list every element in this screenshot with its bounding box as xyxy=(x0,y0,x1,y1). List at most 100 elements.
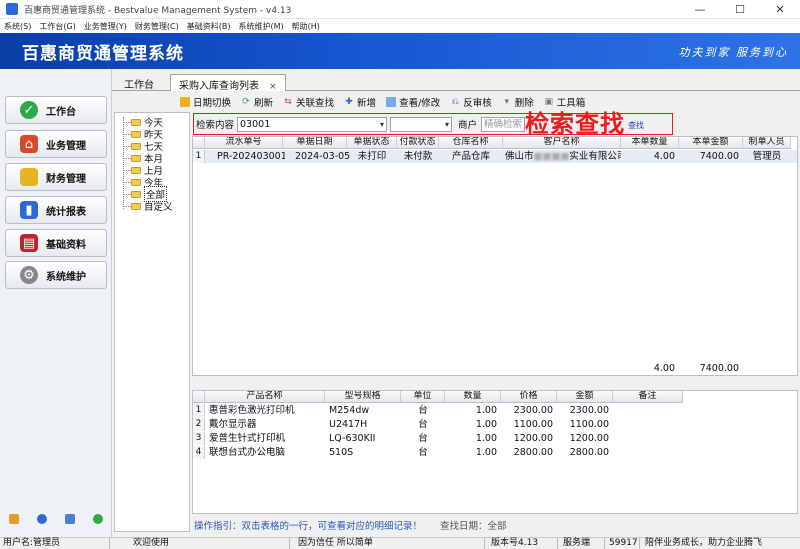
column-header[interactable]: 仓库名称 xyxy=(439,137,503,149)
column-header[interactable]: 制单人员 xyxy=(743,137,791,149)
clock-icon[interactable] xyxy=(37,514,47,524)
row-number: 4 xyxy=(193,446,205,459)
menu-bar: 系统(S) 工作台(G) 业务管理(Y) 财务管理(C) 基础资料(B) 系统维… xyxy=(0,19,800,33)
nav-reports[interactable]: ▮ 统计报表 xyxy=(5,196,107,224)
status-welcome: 欢迎使用 xyxy=(130,538,290,549)
menu-help[interactable]: 帮助(H) xyxy=(288,21,324,32)
edit-icon xyxy=(386,97,397,107)
row-number: 2 xyxy=(193,418,205,431)
product-quantity[interactable]: 1.00 xyxy=(445,432,499,445)
column-header[interactable]: 型号规格 xyxy=(325,391,401,403)
column-header[interactable]: 本单数量 xyxy=(621,137,679,149)
column-header[interactable]: 流水单号 xyxy=(205,137,283,149)
tab-workbench[interactable]: 工作台 xyxy=(116,74,162,91)
view-edit-button[interactable]: 查看/修改 xyxy=(386,95,440,109)
order-maker[interactable]: 管理员 xyxy=(743,150,791,163)
chart-icon: ▮ xyxy=(20,201,38,219)
tab-close-icon[interactable]: × xyxy=(269,82,277,92)
product-price[interactable]: 2300.00 xyxy=(501,404,555,417)
product-name[interactable]: 惠普彩色激光打印机 xyxy=(207,404,325,417)
order-status[interactable]: 未打印 xyxy=(347,150,397,163)
total-amount: 7400.00 xyxy=(699,363,739,374)
product-name[interactable]: 戴尔显示器 xyxy=(207,418,325,431)
order-date[interactable]: 2024-03-05 xyxy=(293,150,351,163)
product-quantity[interactable]: 1.00 xyxy=(445,404,499,417)
product-model[interactable]: U2417H xyxy=(327,418,401,431)
left-nav-panel: ✓ 工作台 ⌂ 业务管理 财务管理 ▮ 统计报表 ▤ 基础资料 ⚙ 系统维护 xyxy=(0,69,112,537)
nav-maintenance[interactable]: ⚙ 系统维护 xyxy=(5,261,107,289)
column-header[interactable]: 客户名称 xyxy=(503,137,621,149)
product-amount[interactable]: 2800.00 xyxy=(557,446,611,459)
row-number-header xyxy=(193,137,205,149)
column-header[interactable]: 产品名称 xyxy=(205,391,325,403)
related-find-button[interactable]: ⇆ 关联查找 xyxy=(283,95,334,109)
close-button[interactable]: ✕ xyxy=(760,0,800,19)
column-header[interactable]: 付款状态 xyxy=(397,137,439,149)
app-banner: 百惠商贸通管理系统 功夫到家 服务到心 xyxy=(0,33,800,69)
order-serial[interactable]: PR-202403001 xyxy=(215,150,285,163)
column-header[interactable]: 本单金额 xyxy=(679,137,743,149)
date-switch-button[interactable]: 日期切换 xyxy=(180,95,231,109)
nav-workbench[interactable]: ✓ 工作台 xyxy=(5,96,107,124)
column-header[interactable]: 单据状态 xyxy=(347,137,397,149)
product-unit[interactable]: 台 xyxy=(401,432,445,445)
undo-icon: ⎌ xyxy=(451,97,459,107)
customer-name[interactable]: 佛山市■■■■实业有限公司 xyxy=(503,150,621,163)
product-price[interactable]: 1100.00 xyxy=(501,418,555,431)
lock-icon[interactable] xyxy=(9,514,19,524)
refresh-button[interactable]: ⟳ 刷新 xyxy=(241,95,273,109)
house-icon: ⌂ xyxy=(20,135,38,153)
banner-title: 百惠商贸通管理系统 xyxy=(22,44,184,64)
minimize-button[interactable]: — xyxy=(680,0,720,19)
find-date: 查找日期：全部 xyxy=(440,521,507,532)
nav-business[interactable]: ⌂ 业务管理 xyxy=(5,130,107,158)
nav-label: 统计报表 xyxy=(46,206,86,218)
product-model[interactable]: 510S xyxy=(327,446,401,459)
product-name[interactable]: 联想台式办公电脑 xyxy=(207,446,325,459)
product-price[interactable]: 1200.00 xyxy=(501,432,555,445)
menu-workbench[interactable]: 工作台(G) xyxy=(35,21,79,32)
order-quantity[interactable]: 4.00 xyxy=(621,150,677,163)
add-button[interactable]: ✚ 新增 xyxy=(344,95,376,109)
column-header[interactable]: 单位 xyxy=(401,391,445,403)
product-price[interactable]: 2800.00 xyxy=(501,446,555,459)
product-quantity[interactable]: 1.00 xyxy=(445,446,499,459)
row-number-header xyxy=(193,391,205,403)
menu-system[interactable]: 系统(S) xyxy=(0,21,35,32)
nav-basic-data[interactable]: ▤ 基础资料 xyxy=(5,229,107,257)
menu-business[interactable]: 业务管理(Y) xyxy=(80,21,131,32)
nav-label: 业务管理 xyxy=(46,140,86,152)
column-header[interactable]: 备注 xyxy=(613,391,683,403)
column-header[interactable]: 单据日期 xyxy=(283,137,347,149)
product-unit[interactable]: 台 xyxy=(401,446,445,459)
link-icon: ⇆ xyxy=(284,97,292,107)
order-amount[interactable]: 7400.00 xyxy=(679,150,741,163)
column-header[interactable]: 数量 xyxy=(445,391,501,403)
menu-maintenance[interactable]: 系统维护(M) xyxy=(234,21,287,32)
unapprove-button[interactable]: ⎌ 反审核 xyxy=(450,95,492,109)
product-amount[interactable]: 1200.00 xyxy=(557,432,611,445)
quick-icons xyxy=(0,512,112,526)
row-number: 1 xyxy=(193,150,205,163)
product-model[interactable]: LQ-630KII xyxy=(327,432,401,445)
search-icon[interactable] xyxy=(65,514,75,524)
product-model[interactable]: M254dw xyxy=(327,404,401,417)
column-header[interactable]: 金额 xyxy=(557,391,613,403)
menu-basic-data[interactable]: 基础资料(B) xyxy=(183,21,235,32)
product-amount[interactable]: 2300.00 xyxy=(557,404,611,417)
power-icon[interactable] xyxy=(93,514,103,524)
column-header[interactable]: 价格 xyxy=(501,391,557,403)
tab-strip: 工作台 采购入库查询列表 × xyxy=(112,72,800,92)
payment-status[interactable]: 未付款 xyxy=(397,150,439,163)
warehouse-name[interactable]: 产品仓库 xyxy=(439,150,503,163)
tree-item-custom[interactable]: 自定义 xyxy=(115,200,173,213)
tab-purchase-inbound-list[interactable]: 采购入库查询列表 × xyxy=(170,74,286,92)
product-amount[interactable]: 1100.00 xyxy=(557,418,611,431)
product-unit[interactable]: 台 xyxy=(401,404,445,417)
product-quantity[interactable]: 1.00 xyxy=(445,418,499,431)
menu-finance[interactable]: 财务管理(C) xyxy=(131,21,183,32)
product-name[interactable]: 爱普生针式打印机 xyxy=(207,432,325,445)
maximize-button[interactable]: ☐ xyxy=(720,0,760,19)
nav-finance[interactable]: 财务管理 xyxy=(5,163,107,191)
product-unit[interactable]: 台 xyxy=(401,418,445,431)
